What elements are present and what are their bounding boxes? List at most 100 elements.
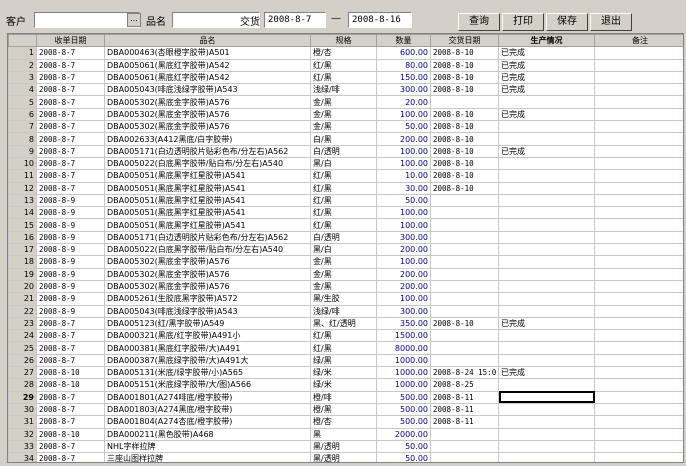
remark-cell[interactable] [594,255,683,269]
quantity-cell[interactable]: 50.00 [376,439,431,454]
production-status-cell[interactable] [498,132,595,146]
quantity-cell[interactable]: 1000.00 [376,366,431,380]
quantity-cell[interactable]: 200.00 [376,279,431,294]
order-grid[interactable]: 收单日期 品名 规格 数量 交货日期 生产情况 备注 1 2008-8-7 DBA0… [7,33,684,463]
production-status-cell[interactable] [498,243,595,257]
production-status-cell[interactable] [498,402,595,417]
order-date-cell[interactable]: 2008-8-9 [36,193,105,208]
remark-cell[interactable] [594,169,683,183]
remark-cell[interactable] [594,329,683,343]
production-status-cell[interactable]: 已完成 [498,316,595,331]
table-row[interactable]: 8 2008-8-7 DBA002633(A412黑底/白字胶带) 白/黑 200.00… [8,132,683,146]
production-status-cell[interactable]: 已完成 [498,107,595,122]
order-date-cell[interactable]: 2008-8-9 [36,267,105,281]
order-date-cell[interactable]: 2008-8-9 [36,292,105,306]
ship-date-cell[interactable]: 2008-8-11 [430,415,499,429]
spec-cell[interactable]: 红/黑 [310,193,377,208]
quantity-cell[interactable]: 50.00 [376,193,431,208]
remark-cell[interactable] [594,279,683,294]
spec-cell[interactable]: 金/黑 [310,255,377,269]
product-cell[interactable]: DBA001804(A274杏底/橙字胶带) [104,415,311,429]
order-date-cell[interactable]: 2008-8-7 [36,120,105,134]
remark-cell[interactable] [594,316,683,331]
ship-date-cell[interactable]: 2008-8-10 [430,169,499,183]
customer-lookup-button[interactable]: ... [127,13,141,27]
ship-date-cell[interactable]: 2008-8-25 [430,378,499,392]
remark-cell[interactable] [594,181,683,195]
order-date-cell[interactable]: 2008-8-9 [36,304,105,318]
ship-date-cell[interactable] [430,206,499,220]
production-status-cell[interactable] [498,452,595,462]
product-cell[interactable]: DBA000463(杏眼橙字胶带)A501 [104,46,311,60]
production-status-cell[interactable]: 已完成 [498,144,595,158]
table-row[interactable]: 14 2008-8-9 DBA005051(黑底黑字红星胶带)A541 红/黑 100.… [8,206,683,220]
order-date-cell[interactable]: 2008-8-7 [36,156,105,171]
order-date-cell[interactable]: 2008-8-7 [36,83,105,97]
production-status-cell[interactable] [498,156,595,171]
quantity-cell[interactable]: 300.00 [376,230,431,245]
quantity-cell[interactable]: 100.00 [376,206,431,220]
ship-date-cell[interactable]: 2008-8-10 [430,70,499,85]
order-date-cell[interactable]: 2008-8-7 [36,390,105,404]
order-date-cell[interactable]: 2008-8-7 [36,46,105,60]
table-row[interactable]: 9 2008-8-7 DBA005171(白边透明胶片贴彩色布/分左右)A562 白/… [8,144,683,158]
order-date-cell[interactable]: 2008-8-7 [36,107,105,122]
remark-cell[interactable] [594,70,683,85]
spec-cell[interactable]: 白/黑 [310,132,377,146]
spec-cell[interactable]: 橙/啡 [310,390,377,404]
spec-cell[interactable]: 绿/米 [310,366,377,380]
order-date-cell[interactable]: 2008-8-9 [36,206,105,220]
quantity-cell[interactable]: 150.00 [376,70,431,85]
product-cell[interactable]: DBA005051(黑底黑字红星胶带)A541 [104,206,311,220]
product-cell[interactable]: DBA005171(白边透明胶片贴彩色布/分左右)A562 [104,230,311,245]
ship-date-cell[interactable]: 2008-8-10 [430,156,499,171]
spec-cell[interactable]: 黑/生胶 [310,292,377,306]
product-cell[interactable]: DBA001803(A274黑底/橙字胶带) [104,402,311,417]
ship-date-cell[interactable]: 2008-8-10 [430,316,499,331]
production-status-cell[interactable] [498,230,595,245]
order-date-cell[interactable]: 2008-8-7 [36,341,105,355]
quantity-cell[interactable]: 100.00 [376,292,431,306]
product-cell[interactable]: DBA005302(黑底金字胶带)A576 [104,279,311,294]
ship-date-cell[interactable]: 2008-8-10 [430,132,499,146]
spec-cell[interactable]: 黑/透明 [310,439,377,454]
remark-cell[interactable] [594,292,683,306]
remark-cell[interactable] [594,83,683,97]
spec-cell[interactable]: 黑/白 [310,243,377,257]
remark-cell[interactable] [594,193,683,208]
order-date-cell[interactable]: 2008-8-7 [36,181,105,195]
table-row[interactable]: 27 2008-8-10 DBA005131(米底/绿字胶带/小)A565 绿/米 10… [8,366,683,380]
order-date-cell[interactable]: 2008-8-7 [36,316,105,331]
remark-cell[interactable] [594,341,683,355]
production-status-cell[interactable] [498,255,595,269]
product-cell[interactable]: DBA005302(黑底金字胶带)A576 [104,255,311,269]
quantity-cell[interactable]: 600.00 [376,46,431,60]
remark-cell[interactable] [594,304,683,318]
remark-cell[interactable] [594,390,683,404]
order-date-cell[interactable]: 2008-8-9 [36,279,105,294]
order-date-cell[interactable]: 2008-8-7 [36,439,105,454]
product-cell[interactable]: DBA005051(黑底黑字红星胶带)A541 [104,181,311,195]
quantity-cell[interactable]: 100.00 [376,156,431,171]
header-quantity[interactable]: 数量 [376,34,431,48]
table-row[interactable]: 15 2008-8-9 DBA005051(黑底黑字红星胶带)A541 红/黑 100.… [8,218,683,232]
quantity-cell[interactable]: 200.00 [376,243,431,257]
spec-cell[interactable]: 浅绿/啡 [310,83,377,97]
product-cell[interactable]: DBA000211(黑色胶带)A468 [104,427,311,441]
table-row[interactable]: 21 2008-8-9 DBA005261(生胶底黑字胶带)A572 黑/生胶 100.… [8,292,683,306]
spec-cell[interactable]: 绿/米 [310,378,377,392]
remark-cell[interactable] [594,427,683,441]
remark-cell[interactable] [594,58,683,72]
production-status-cell[interactable]: 已完成 [498,70,595,85]
spec-cell[interactable]: 浅绿/啡 [310,304,377,318]
print-button[interactable]: 打印 [502,13,544,31]
ship-date-cell[interactable] [430,304,499,318]
remark-cell[interactable] [594,95,683,109]
ship-date-cell[interactable] [430,353,499,368]
production-status-cell[interactable]: 已完成 [498,46,595,60]
spec-cell[interactable]: 橙/杏 [310,46,377,60]
table-row[interactable]: 1 2008-8-7 DBA000463(杏眼橙字胶带)A501 橙/杏 600.00 2… [8,46,683,60]
order-date-cell[interactable]: 2008-8-7 [36,169,105,183]
production-status-cell[interactable] [498,206,595,220]
production-status-cell[interactable]: 已完成 [498,83,595,97]
